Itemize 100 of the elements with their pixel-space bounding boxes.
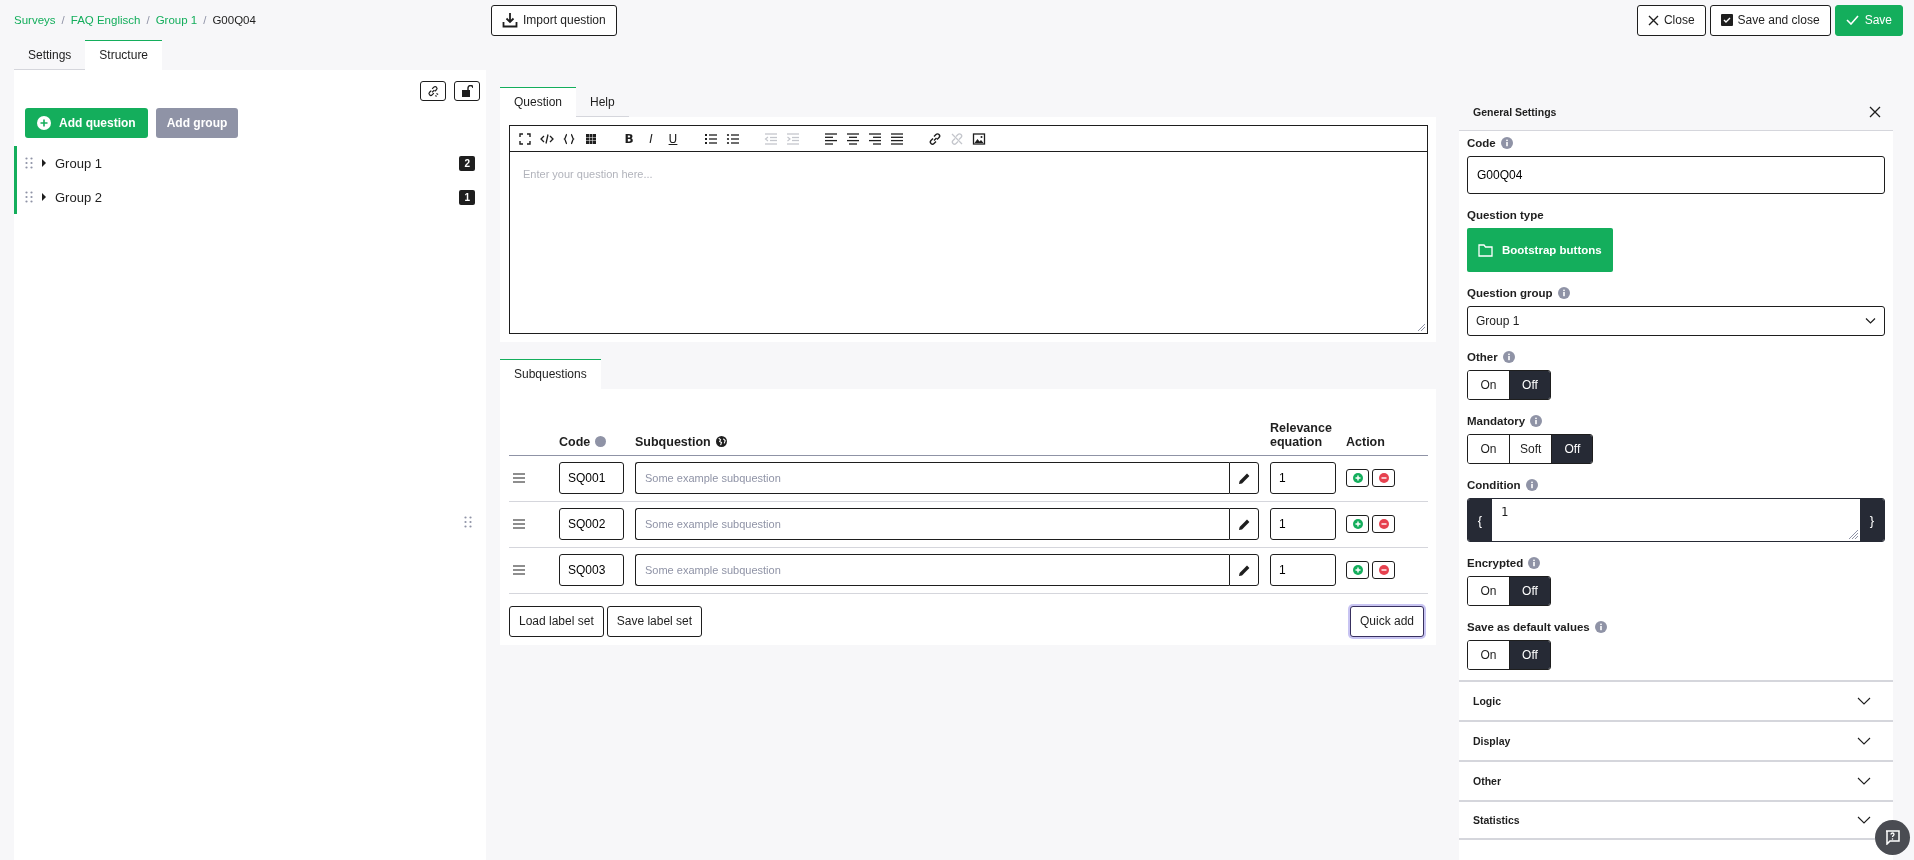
checkbox-icon xyxy=(1720,14,1733,26)
subquestion-input[interactable]: Some example subquestion xyxy=(635,462,1229,494)
field-label: Save as default values xyxy=(1467,621,1590,633)
info-icon[interactable] xyxy=(1502,351,1515,363)
label-set-button[interactable]: Save label set xyxy=(606,605,703,637)
italic-button[interactable]: I xyxy=(644,131,658,146)
drag-handle-icon[interactable] xyxy=(513,565,525,575)
code-input[interactable]: SQ003 xyxy=(559,554,624,586)
chevron-down-icon[interactable] xyxy=(1857,816,1871,824)
caret-icon[interactable] xyxy=(41,159,47,167)
globe-icon xyxy=(715,436,727,447)
add-row-button[interactable] xyxy=(1346,561,1369,579)
caret-icon[interactable] xyxy=(41,193,47,201)
edit-button[interactable] xyxy=(1229,508,1259,540)
code-input[interactable]: SQ001 xyxy=(559,462,624,494)
subquestion-input[interactable]: Some example subquestion xyxy=(635,508,1229,540)
image-icon[interactable] xyxy=(972,131,986,146)
toggle-option[interactable]: Off xyxy=(1551,435,1593,463)
info-icon[interactable] xyxy=(1530,415,1543,427)
code-input[interactable]: SQ002 xyxy=(559,508,624,540)
subquestion-input[interactable]: Some example subquestion xyxy=(635,554,1229,586)
delete-row-button[interactable] xyxy=(1372,515,1395,533)
sidebar-tab[interactable]: Structure xyxy=(85,40,163,70)
column-header: Code xyxy=(559,434,591,449)
align-right-icon[interactable] xyxy=(868,131,882,146)
help-icon xyxy=(1885,830,1900,845)
save-and-close-button[interactable]: Save and close xyxy=(1709,4,1831,36)
field-label: Question type xyxy=(1467,209,1544,221)
info-icon[interactable] xyxy=(1528,557,1541,569)
add-row-button[interactable] xyxy=(1346,515,1369,533)
label-set-button[interactable]: Load label set xyxy=(509,605,604,637)
delete-row-button[interactable] xyxy=(1372,469,1395,487)
chevron-down-icon[interactable] xyxy=(1857,737,1871,745)
import-question-button[interactable]: Import question xyxy=(491,4,617,36)
dot-icon xyxy=(595,436,607,447)
bold-button[interactable]: B xyxy=(622,131,636,146)
rich-text-editor[interactable]: B I U Enter your question here... xyxy=(509,125,1428,334)
section-header[interactable]: Display xyxy=(1473,735,1511,747)
numbered-list-icon[interactable] xyxy=(704,131,718,146)
link-icon[interactable] xyxy=(928,131,942,146)
chevron-down-icon[interactable] xyxy=(1857,697,1871,705)
align-left-icon[interactable] xyxy=(824,131,838,146)
minus-circle-icon xyxy=(1378,519,1389,529)
drag-handle-icon[interactable] xyxy=(25,191,33,203)
add-row-button[interactable] xyxy=(1346,469,1369,487)
resize-grip-icon[interactable] xyxy=(1418,324,1425,331)
close-icon xyxy=(1869,105,1881,118)
table-icon[interactable] xyxy=(584,131,598,146)
edit-button[interactable] xyxy=(1229,462,1259,494)
chevron-down-icon[interactable] xyxy=(1857,777,1871,785)
plus-circle-icon xyxy=(1352,519,1363,529)
delete-row-button[interactable] xyxy=(1372,561,1395,579)
relevance-input[interactable]: 1 xyxy=(1270,508,1336,540)
editor-tab[interactable]: Question xyxy=(500,87,577,117)
subquestions-tab[interactable]: Subquestions xyxy=(500,359,601,389)
edit-button[interactable] xyxy=(1229,554,1259,586)
info-icon[interactable] xyxy=(1525,479,1538,491)
link-icon xyxy=(427,85,439,97)
align-center-icon[interactable] xyxy=(846,131,860,146)
drag-handle-icon[interactable] xyxy=(25,157,33,169)
code-field[interactable]: G00Q04 xyxy=(1467,156,1885,194)
bullet-list-icon[interactable] xyxy=(726,131,740,146)
toggle-option[interactable]: Off xyxy=(1509,577,1550,605)
relink-button[interactable] xyxy=(420,81,446,101)
relevance-input[interactable]: 1 xyxy=(1270,554,1336,586)
download-icon xyxy=(502,12,518,28)
braces-icon[interactable] xyxy=(562,131,576,146)
section-header[interactable]: Statistics xyxy=(1473,814,1520,826)
close-button[interactable]: Close xyxy=(1636,4,1706,36)
justify-icon[interactable] xyxy=(890,131,904,146)
group-item[interactable]: Group 1 xyxy=(55,155,452,171)
resize-handle-icon[interactable] xyxy=(464,516,472,528)
info-icon[interactable] xyxy=(1500,137,1513,149)
lock-button[interactable] xyxy=(454,81,480,101)
field-label: Code xyxy=(1467,137,1496,149)
quick-add-button[interactable]: Quick add xyxy=(1349,605,1424,637)
section-header[interactable]: Logic xyxy=(1473,695,1501,707)
section-header[interactable]: Other xyxy=(1473,775,1501,787)
info-icon[interactable] xyxy=(1594,621,1607,633)
toggle-option[interactable]: Off xyxy=(1509,371,1550,399)
close-panel-button[interactable] xyxy=(1869,105,1881,118)
plus-circle-icon xyxy=(37,116,51,130)
folder-icon xyxy=(1478,243,1493,257)
field-label: Condition xyxy=(1467,479,1521,491)
underline-button[interactable]: U xyxy=(666,131,680,146)
relevance-input[interactable]: 1 xyxy=(1270,462,1336,494)
unlocked-padlock-icon xyxy=(461,85,473,97)
group-item[interactable]: Group 2 xyxy=(55,189,452,205)
info-icon[interactable] xyxy=(1557,287,1570,299)
toggle-option[interactable]: Off xyxy=(1509,641,1550,669)
question-count: 1 xyxy=(459,189,475,205)
chevron-down-icon xyxy=(1865,318,1876,324)
question-group-select[interactable]: Group 1 xyxy=(1467,306,1885,336)
field-label: Mandatory xyxy=(1467,415,1526,427)
column-header: Action xyxy=(1346,434,1385,449)
code-icon[interactable] xyxy=(540,131,554,146)
plus-circle-icon xyxy=(1352,473,1363,483)
fullscreen-icon[interactable] xyxy=(518,131,532,146)
drag-handle-icon[interactable] xyxy=(513,473,525,483)
drag-handle-icon[interactable] xyxy=(513,519,525,529)
